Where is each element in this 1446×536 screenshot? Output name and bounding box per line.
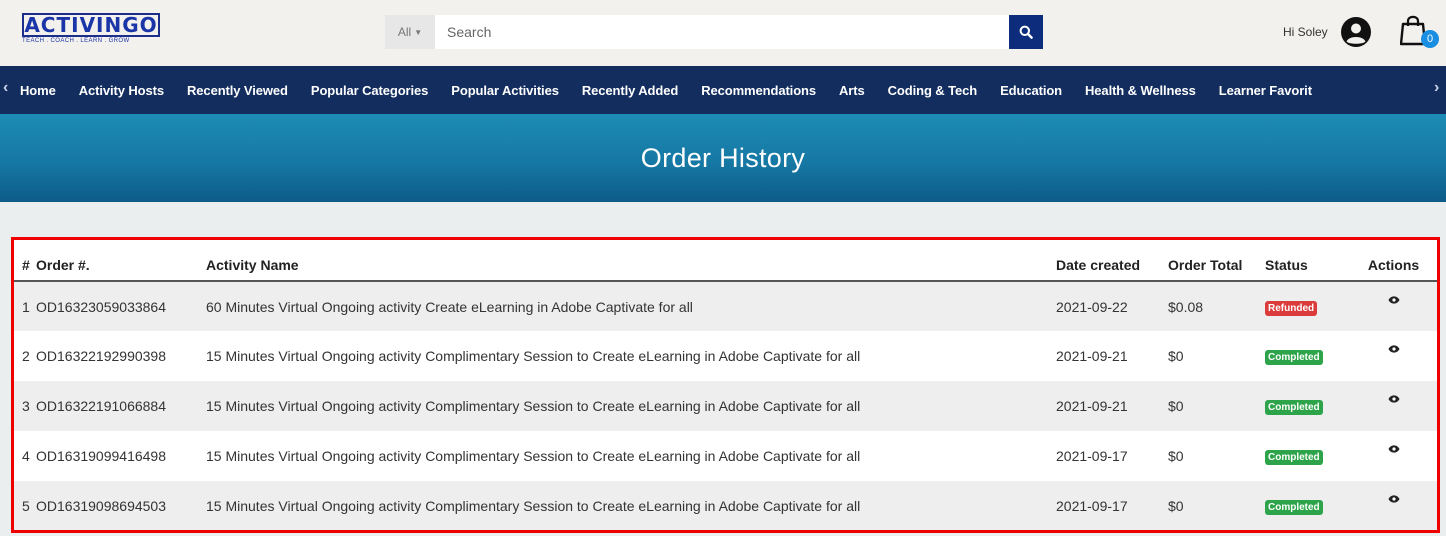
column-header-order-number: Order #. [36,240,206,282]
table-row: 5 OD16319098694503 15 Minutes Virtual On… [14,481,1437,530]
nav-item-popular-activities[interactable]: Popular Activities [451,83,559,98]
table-row: 3 OD16322191066884 15 Minutes Virtual On… [14,381,1437,431]
order-history-table: # Order #. Activity Name Date created Or… [14,240,1437,530]
search-bar: All ▼ [385,15,1043,49]
view-order-button[interactable] [1388,440,1400,456]
row-index: 1 [22,298,30,315]
column-header-status: Status [1265,240,1350,282]
search-input[interactable] [435,15,1009,49]
nav-item-home[interactable]: Home [20,83,56,98]
activity-name: 15 Minutes Virtual Ongoing activity Comp… [206,398,861,414]
logo-text: ACTIVINGO [24,13,158,37]
nav-items: Home Activity Hosts Recently Viewed Popu… [20,66,1335,114]
row-index: 2 [22,348,30,364]
row-index: 5 [22,498,30,514]
status-badge: Completed [1265,450,1323,465]
page-title: Order History [640,142,806,173]
nav-item-popular-categories[interactable]: Popular Categories [311,83,429,98]
search-icon [1019,25,1033,39]
order-total: $0.08 [1168,298,1204,315]
site-header: ACTIVINGO TEACH . COACH . LEARN . GROW A… [0,0,1446,66]
date-created: 2021-09-17 [1056,498,1128,514]
table-row: 1 OD16323059033864 60 Minutes Virtual On… [14,281,1437,331]
eye-icon [1388,295,1399,304]
eye-icon [1388,395,1399,403]
view-order-button[interactable] [1388,340,1400,356]
status-badge: Completed [1265,500,1323,515]
nav-item-activity-hosts[interactable]: Activity Hosts [79,83,164,98]
date-created: 2021-09-22 [1056,298,1128,315]
date-created: 2021-09-21 [1056,398,1128,414]
nav-item-recommendations[interactable]: Recommendations [701,83,816,98]
order-number: OD16319099416498 [36,448,167,464]
table-row: 2 OD16322192990398 15 Minutes Virtual On… [14,331,1437,381]
order-history-table-container: # Order #. Activity Name Date created Or… [11,237,1440,533]
user-circle-icon [1341,17,1371,47]
nav-item-recently-viewed[interactable]: Recently Viewed [187,83,288,98]
order-number: OD16322191066884 [36,398,167,414]
nav-item-learner-favorites[interactable]: Learner Favorit [1219,83,1312,98]
column-header-order-total: Order Total [1168,240,1265,282]
view-order-button[interactable] [1388,490,1400,506]
page-banner: Order History [0,114,1446,202]
table-row: 4 OD16319099416498 15 Minutes Virtual On… [14,431,1437,481]
order-total: $0 [1168,448,1184,464]
activity-name: 15 Minutes Virtual Ongoing activity Comp… [206,498,861,514]
eye-icon [1388,345,1399,353]
status-badge: Completed [1265,400,1323,415]
order-total: $0 [1168,348,1184,364]
status-badge: Completed [1265,350,1323,365]
date-created: 2021-09-21 [1056,348,1128,364]
column-header-index: # [14,240,36,282]
activingo-logo[interactable]: ACTIVINGO TEACH . COACH . LEARN . GROW [22,13,164,49]
logo-box: ACTIVINGO [22,13,160,37]
activity-name: 15 Minutes Virtual Ongoing activity Comp… [206,348,861,364]
chevron-left-icon[interactable]: ‹ [3,79,8,97]
order-total: $0 [1168,498,1184,514]
search-scope-dropdown[interactable]: All ▼ [385,15,435,49]
order-number: OD16319098694503 [36,498,167,514]
view-order-button[interactable] [1388,390,1400,406]
user-avatar-button[interactable] [1340,16,1372,48]
order-total: $0 [1168,398,1184,414]
row-index: 4 [22,448,30,464]
activity-name: 15 Minutes Virtual Ongoing activity Comp… [206,448,861,464]
eye-icon [1388,445,1399,453]
column-header-actions: Actions [1350,240,1437,282]
chevron-right-icon[interactable]: › [1434,79,1439,97]
column-header-date-created: Date created [1056,240,1168,282]
order-number: OD16322192990398 [36,348,167,364]
eye-icon [1388,495,1399,503]
row-index: 3 [22,398,30,414]
nav-item-coding-tech[interactable]: Coding & Tech [888,83,978,98]
search-button[interactable] [1009,15,1043,49]
nav-item-recently-added[interactable]: Recently Added [582,83,678,98]
view-order-button[interactable] [1388,291,1400,307]
cart-button[interactable]: 0 [1399,14,1440,54]
column-header-activity-name: Activity Name [206,240,1056,282]
search-scope-label: All [397,25,412,39]
table-header-row: # Order #. Activity Name Date created Or… [14,240,1437,282]
date-created: 2021-09-17 [1056,448,1128,464]
cart-count-badge: 0 [1421,30,1439,48]
nav-item-health-wellness[interactable]: Health & Wellness [1085,83,1196,98]
nav-item-education[interactable]: Education [1000,83,1062,98]
chevron-down-icon: ▼ [414,27,423,37]
logo-tagline: TEACH . COACH . LEARN . GROW [22,38,130,44]
order-number: OD16323059033864 [36,298,167,315]
activity-name: 60 Minutes Virtual Ongoing activity Crea… [206,298,693,315]
user-greeting[interactable]: Hi Soley [1283,25,1328,39]
category-nav: ‹ Home Activity Hosts Recently Viewed Po… [0,66,1446,114]
status-badge: Refunded [1265,300,1318,316]
nav-item-arts[interactable]: Arts [839,83,865,98]
